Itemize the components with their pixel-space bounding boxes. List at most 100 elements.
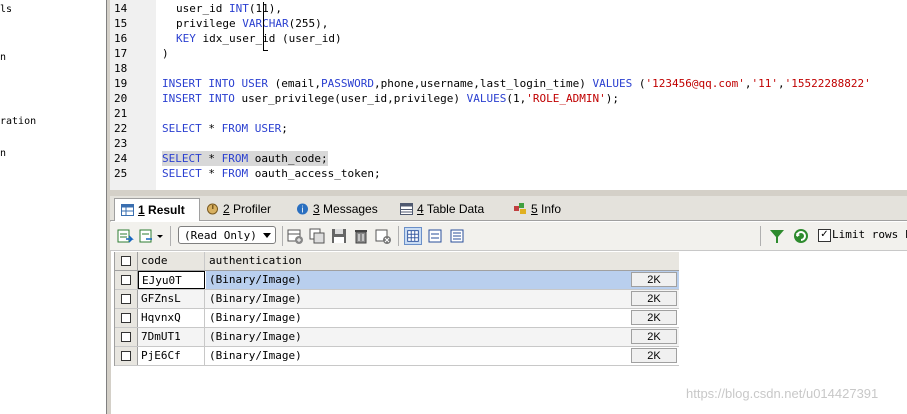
code-line[interactable]: 23 (110, 136, 907, 151)
sql-token: oauth_code; (248, 152, 328, 165)
cancel-icon[interactable] (374, 227, 392, 245)
code-line[interactable]: 24 SELECT * FROM oauth_code; (110, 151, 907, 166)
select-all-cell[interactable] (115, 252, 138, 270)
code-text: SELECT * FROM oauth_access_token; (162, 166, 381, 181)
cell-authentication[interactable]: (Binary/Image) 2K (206, 347, 679, 365)
table-row[interactable]: 7DmUT1 (Binary/Image) 2K (115, 328, 679, 347)
row-selector[interactable] (115, 328, 138, 346)
filter-icon[interactable] (768, 227, 786, 245)
sql-string: '123456@qq.com' (645, 77, 745, 90)
result-grid-icon (121, 204, 134, 216)
code-line[interactable]: 22 SELECT * FROM USER; (110, 121, 907, 136)
blob-size-button[interactable]: 2K (631, 291, 677, 306)
tab-profiler[interactable]: 2 Profiler (200, 198, 271, 220)
row-checkbox[interactable] (121, 332, 131, 342)
chevron-down-icon[interactable] (156, 227, 164, 245)
line-number: 22 (114, 122, 128, 135)
sql-token: privilege (176, 17, 243, 30)
export-icon[interactable] (116, 227, 134, 245)
cell-authentication[interactable]: (Binary/Image) 2K (206, 271, 679, 289)
sql-token: * (201, 122, 222, 135)
object-browser-pane: ls n ration n (0, 0, 106, 414)
sql-token: ,phone,username,last_login_time) (373, 77, 593, 90)
toolbar-divider (760, 226, 761, 246)
tree-item[interactable]: ration (0, 116, 36, 127)
insert-row-icon[interactable] (286, 227, 304, 245)
select-all-checkbox[interactable] (121, 256, 131, 266)
text-view-icon[interactable] (448, 227, 466, 245)
blob-size-button[interactable]: 2K (631, 310, 677, 325)
code-line[interactable]: 14 user_id INT(11), (110, 1, 907, 16)
sql-editor[interactable]: 14 user_id INT(11), 15 privilege VARCHAR(25… (110, 0, 907, 190)
row-checkbox[interactable] (121, 351, 131, 361)
save-icon[interactable] (330, 227, 348, 245)
code-line[interactable]: 25 SELECT * FROM oauth_access_token; (110, 166, 907, 181)
tab-result[interactable]: 1 Result (114, 198, 200, 221)
cell-code[interactable]: EJyu0T (138, 271, 205, 289)
code-line[interactable]: 17) (110, 46, 907, 61)
sql-token: ) (162, 47, 169, 60)
row-selector[interactable] (115, 271, 138, 289)
cell-code[interactable]: 7DmUT1 (138, 328, 205, 346)
cell-code[interactable]: GFZnsL (138, 290, 205, 308)
blob-size-button[interactable]: 2K (631, 272, 677, 287)
row-selector[interactable] (115, 290, 138, 308)
sql-keyword: FROM (221, 167, 249, 180)
code-line[interactable]: 18 (110, 61, 907, 76)
code-text: INSERT INTO USER (email,PASSWORD,phone,u… (162, 76, 871, 91)
row-checkbox[interactable] (121, 275, 131, 285)
read-only-mode-select[interactable]: (Read Only) (178, 226, 276, 244)
table-row[interactable]: PjE6Cf (Binary/Image) 2K (115, 347, 679, 366)
sql-string: '11' (751, 77, 778, 90)
code-line[interactable]: 16 KEY idx_user_id (user_id) (110, 31, 907, 46)
table-row[interactable]: GFZnsL (Binary/Image) 2K (115, 290, 679, 309)
sql-keyword: USER (254, 122, 282, 135)
blob-size-button[interactable]: 2K (631, 329, 677, 344)
cell-authentication-value: (Binary/Image) (209, 349, 302, 362)
tree-item[interactable]: n (0, 148, 6, 159)
blob-size-button[interactable]: 2K (631, 348, 677, 363)
fold-guide (263, 2, 264, 50)
code-line[interactable]: 21 (110, 106, 907, 121)
cell-authentication[interactable]: (Binary/Image) 2K (206, 328, 679, 346)
sql-token: , (777, 77, 785, 90)
tab-profiler-label: Profiler (233, 202, 272, 216)
code-line[interactable]: 20 INSERT INTO user_privilege(user_id,pri… (110, 91, 907, 106)
cell-authentication[interactable]: (Binary/Image) 2K (206, 309, 679, 327)
cell-authentication[interactable]: (Binary/Image) 2K (206, 290, 679, 308)
column-header-code[interactable]: code (138, 252, 205, 270)
column-header-authentication[interactable]: authentication (206, 252, 679, 270)
tree-item[interactable]: ls (0, 4, 12, 15)
import-icon[interactable] (138, 227, 156, 245)
row-selector[interactable] (115, 309, 138, 327)
grid-view-icon[interactable] (404, 227, 422, 245)
table-row[interactable]: EJyu0T (Binary/Image) 2K (115, 271, 679, 290)
result-grid: code authentication EJyu0T (Binary/Image)… (114, 252, 679, 366)
code-line[interactable]: 19 INSERT INTO USER (email,PASSWORD,phone… (110, 76, 907, 91)
delete-icon[interactable] (352, 227, 370, 245)
limit-rows-checkbox[interactable]: ✓ (818, 229, 831, 242)
line-number: 14 (114, 2, 128, 15)
sql-keyword: INSERT INTO (162, 92, 235, 105)
cell-code[interactable]: HqvnxQ (138, 309, 205, 327)
tab-table-data[interactable]: 4 Table Data (394, 198, 484, 220)
tab-table-data-label: Table Data (426, 202, 485, 216)
tab-info[interactable]: 5 Info (508, 198, 561, 220)
refresh-icon[interactable] (792, 227, 810, 245)
tab-result-label: Result (148, 203, 185, 217)
table-row[interactable]: HqvnxQ (Binary/Image) 2K (115, 309, 679, 328)
sql-token: ( (632, 77, 646, 90)
duplicate-row-icon[interactable] (308, 227, 326, 245)
cell-code[interactable]: PjE6Cf (138, 347, 205, 365)
sql-keyword: VARCHAR (242, 17, 289, 30)
code-text: KEY idx_user_id (user_id) (176, 31, 342, 46)
row-checkbox[interactable] (121, 313, 131, 323)
tab-messages[interactable]: i3 Messages (290, 198, 378, 220)
row-checkbox[interactable] (121, 294, 131, 304)
code-line[interactable]: 15 privilege VARCHAR(255), (110, 16, 907, 31)
form-view-icon[interactable] (426, 227, 444, 245)
tree-item[interactable]: n (0, 52, 6, 63)
line-number: 21 (114, 107, 128, 120)
sql-token: idx_user_id (user_id) (195, 32, 342, 45)
row-selector[interactable] (115, 347, 138, 365)
